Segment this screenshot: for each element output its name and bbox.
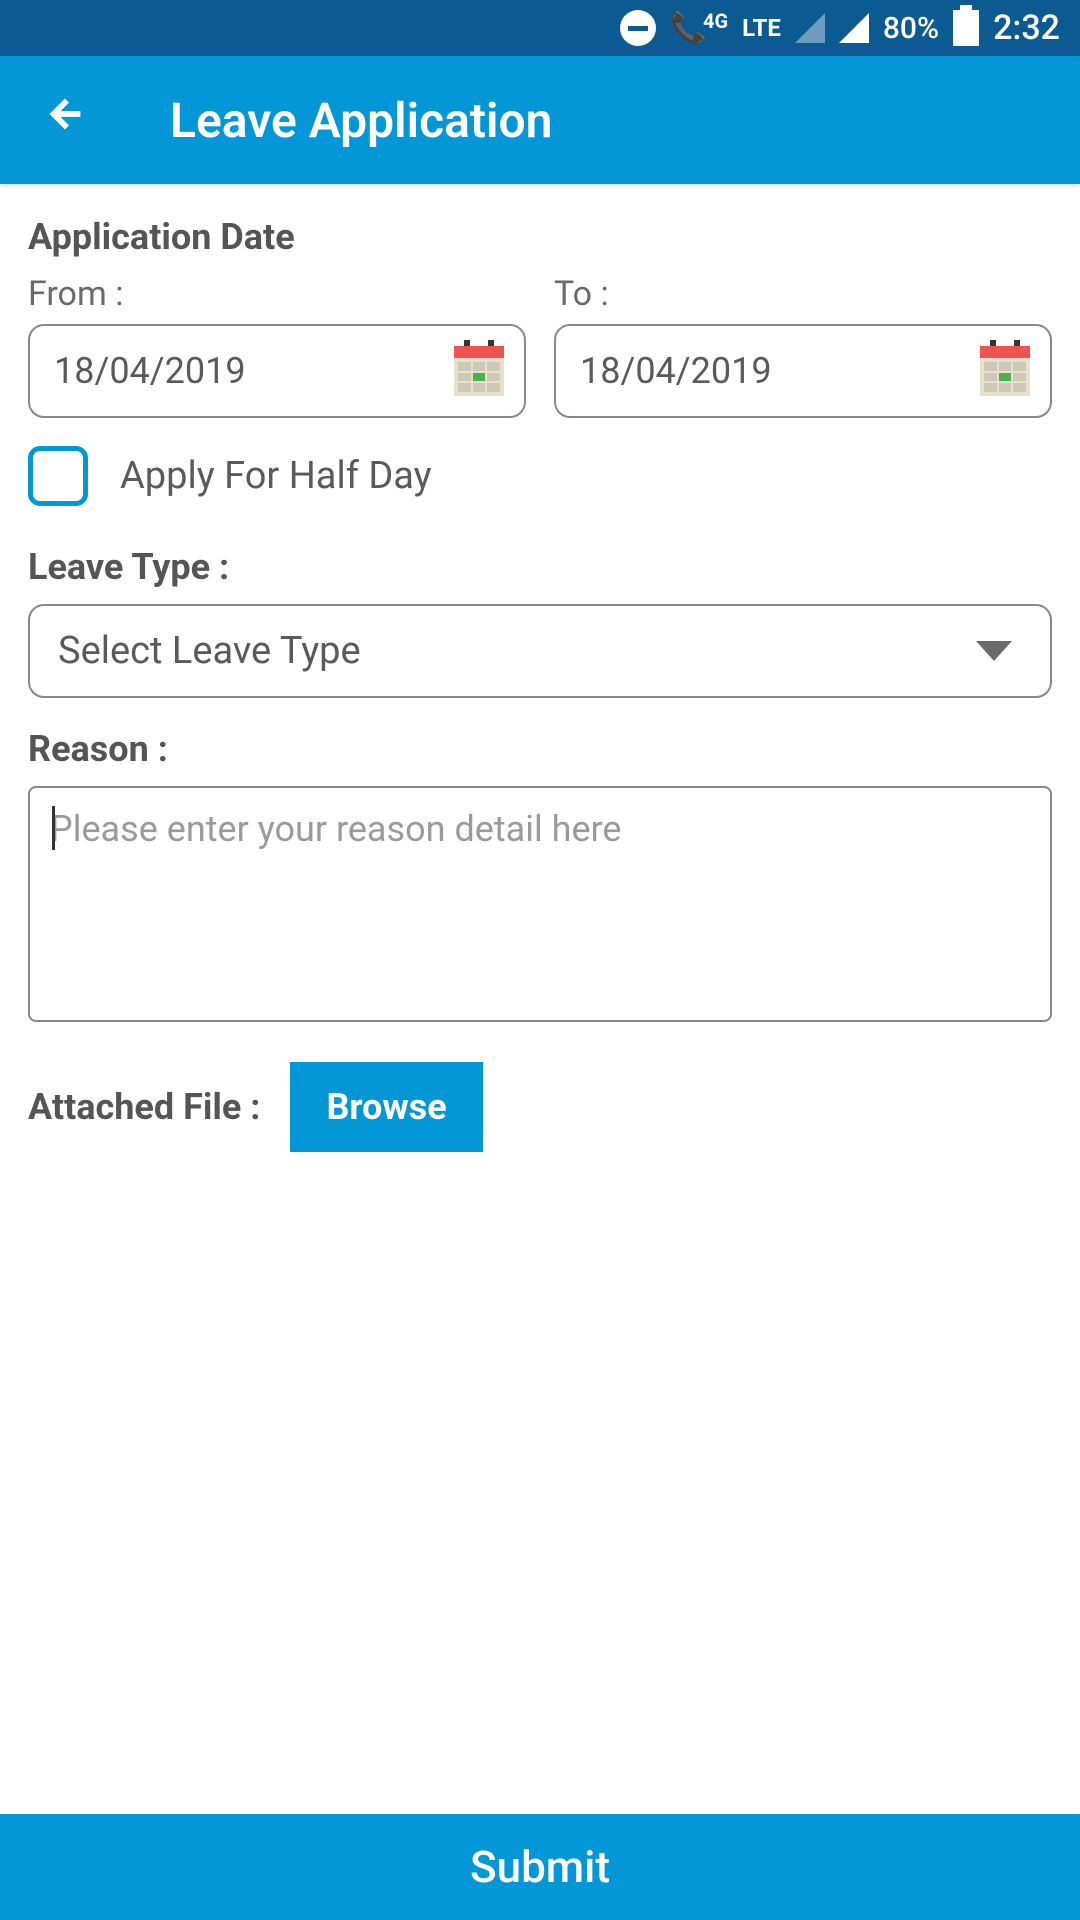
status-bar: 📞 4G LTE 80% 2:32 xyxy=(0,0,1080,56)
reason-label: Reason : xyxy=(28,728,1052,770)
to-label: To : xyxy=(554,274,1052,314)
calendar-icon xyxy=(454,346,504,396)
page-title: Leave Application xyxy=(170,92,552,149)
attach-file-row: Attached File : Browse xyxy=(28,1062,1052,1152)
phone-status-icon: 📞 4G xyxy=(670,11,728,46)
from-date-column: From : 18/04/2019 xyxy=(28,274,526,418)
from-date-input[interactable]: 18/04/2019 xyxy=(28,324,526,418)
back-button[interactable] xyxy=(44,91,90,149)
to-date-value: 18/04/2019 xyxy=(580,350,772,392)
status-time: 2:32 xyxy=(993,8,1060,48)
calendar-icon xyxy=(980,346,1030,396)
reason-placeholder: Please enter your reason detail here xyxy=(50,808,622,850)
to-date-column: To : 18/04/2019 xyxy=(554,274,1052,418)
battery-percent: 80% xyxy=(883,11,939,46)
leave-type-select[interactable]: Select Leave Type xyxy=(28,604,1052,698)
from-date-value: 18/04/2019 xyxy=(54,350,246,392)
submit-text: Submit xyxy=(470,1841,610,1893)
half-day-label: Apply For Half Day xyxy=(120,454,432,498)
signal-icon-2 xyxy=(839,13,869,43)
half-day-row: Apply For Half Day xyxy=(28,446,1052,506)
form-content: Application Date From : 18/04/2019 xyxy=(0,184,1080,1814)
to-date-input[interactable]: 18/04/2019 xyxy=(554,324,1052,418)
leave-type-placeholder: Select Leave Type xyxy=(58,629,361,673)
network-4g: 4G xyxy=(703,9,728,33)
attached-file-label: Attached File : xyxy=(28,1086,260,1128)
from-label: From : xyxy=(28,274,526,314)
chevron-down-icon xyxy=(976,641,1012,661)
lte-indicator: LTE xyxy=(742,14,781,42)
date-range-row: From : 18/04/2019 To : 18/04/2 xyxy=(28,274,1052,418)
reason-textarea[interactable]: Please enter your reason detail here xyxy=(28,786,1052,1022)
browse-button[interactable]: Browse xyxy=(290,1062,482,1152)
application-date-label: Application Date xyxy=(28,216,1052,258)
half-day-checkbox[interactable] xyxy=(28,446,88,506)
signal-icon-1 xyxy=(795,13,825,43)
submit-button[interactable]: Submit xyxy=(0,1814,1080,1920)
text-cursor xyxy=(52,806,55,850)
app-bar: Leave Application xyxy=(0,56,1080,184)
dnd-icon xyxy=(620,10,656,46)
leave-type-label: Leave Type : xyxy=(28,546,1052,588)
battery-icon xyxy=(953,10,979,46)
